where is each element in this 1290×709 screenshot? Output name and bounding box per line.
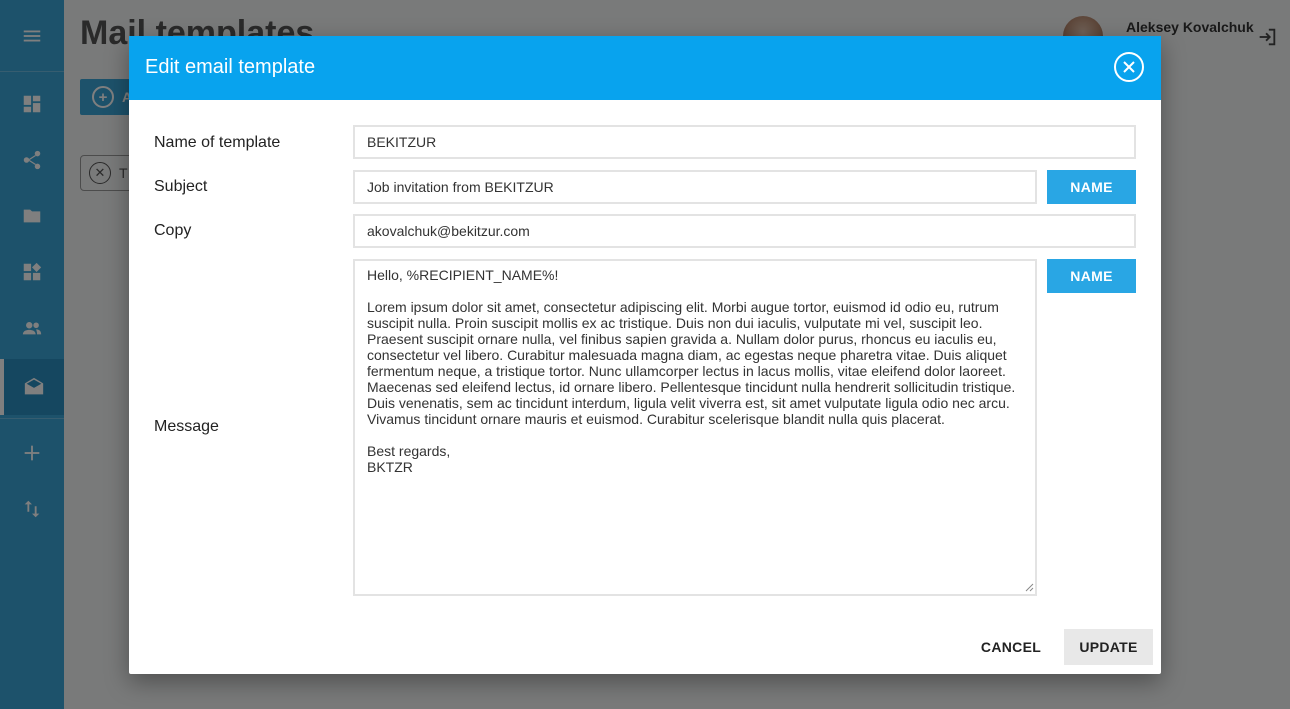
edit-template-dialog: Edit email template Name of template Sub… [129,36,1161,674]
message-name-button[interactable]: NAME [1047,259,1136,293]
subject-input[interactable] [353,170,1037,204]
template-name-input[interactable] [353,125,1136,159]
update-button[interactable]: UPDATE [1064,629,1153,665]
dialog-title: Edit email template [145,56,316,78]
copy-email-input[interactable] [353,214,1136,248]
resize-handle-icon[interactable] [1024,582,1034,592]
copy-label: Copy [154,222,192,239]
template-name-label: Name of template [154,134,281,151]
close-button[interactable] [1114,52,1144,82]
subject-name-button[interactable]: NAME [1047,170,1136,204]
message-label: Message [154,418,219,435]
close-icon [1123,61,1135,73]
message-textarea[interactable]: Hello, %RECIPIENT_NAME%! Lorem ipsum dol… [353,259,1037,596]
subject-label: Subject [154,178,208,195]
cancel-button[interactable]: CANCEL [971,629,1051,665]
dialog-header: Edit email template [129,36,1161,100]
